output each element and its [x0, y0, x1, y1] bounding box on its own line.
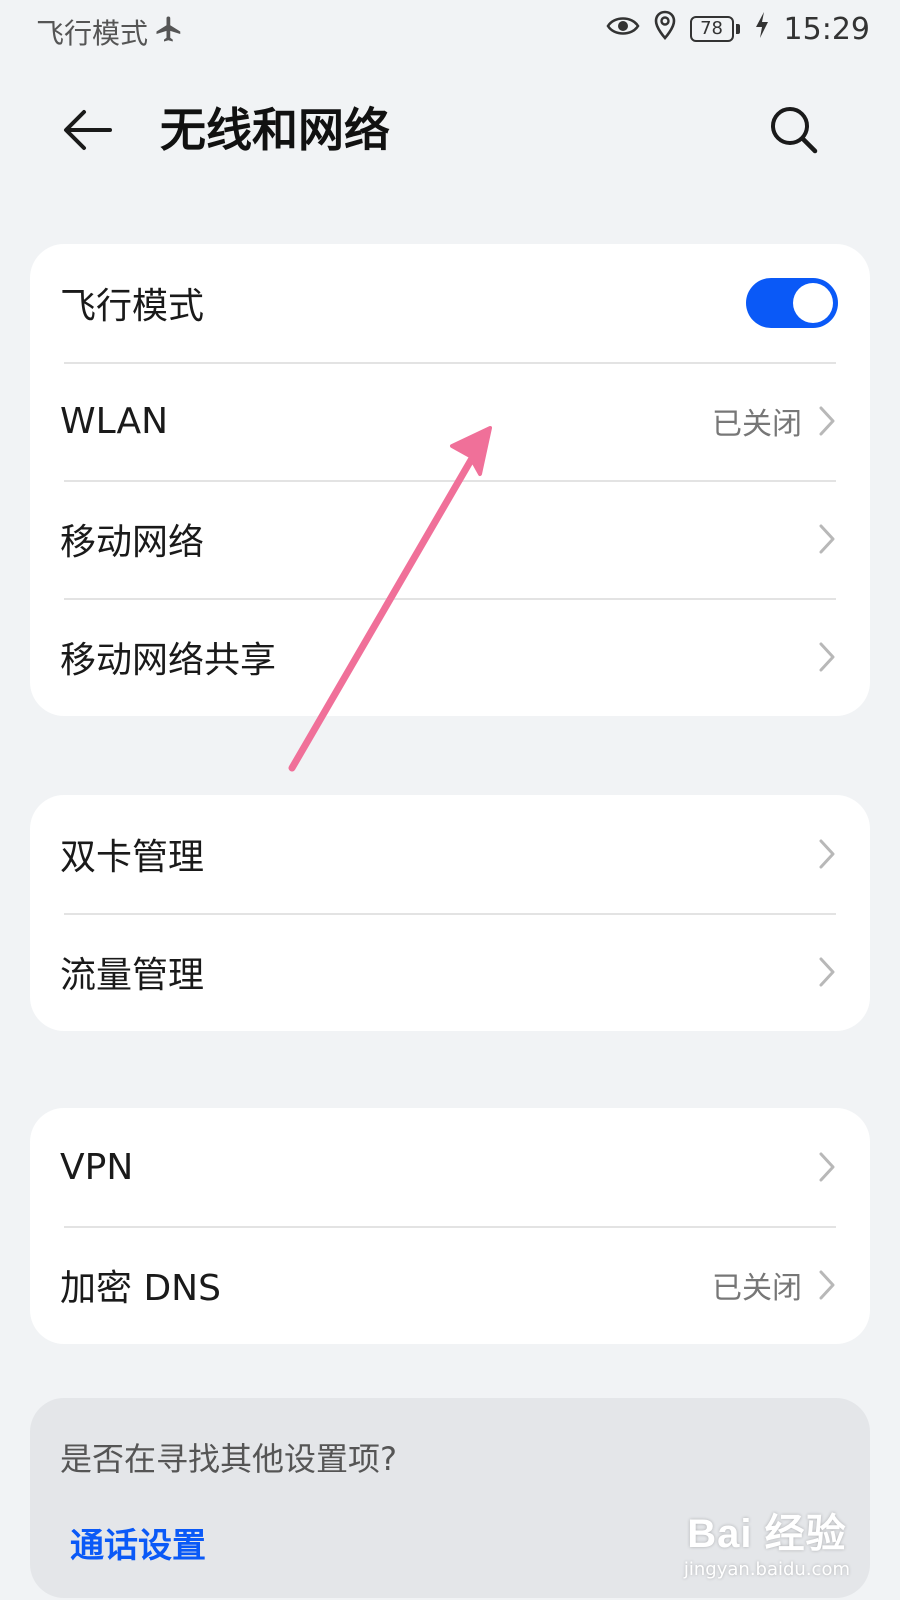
- toggle-knob: [793, 283, 833, 323]
- page-title: 无线和网络: [160, 103, 390, 157]
- search-button[interactable]: [766, 102, 822, 158]
- chevron-right-icon: [816, 836, 838, 872]
- status-bar: 飞行模式 78 15:29: [0, 0, 900, 64]
- arrow-left-icon: [64, 110, 112, 150]
- airplane-mode-toggle[interactable]: [746, 278, 838, 328]
- vpn-row[interactable]: VPN: [30, 1108, 870, 1226]
- wlan-status: 已关闭: [712, 407, 802, 442]
- page-header: 无线和网络: [0, 90, 900, 170]
- call-settings-link[interactable]: 通话设置: [70, 1518, 206, 1567]
- status-airplane-mode-label: 飞行模式: [36, 17, 149, 50]
- search-icon: [771, 107, 818, 154]
- charging-bolt-icon: [754, 11, 770, 47]
- eye-icon: [606, 12, 640, 47]
- sim-data-card: 双卡管理 流量管理: [30, 795, 870, 1031]
- private-dns-row[interactable]: 加密 DNS 已关闭: [30, 1226, 870, 1344]
- vpn-label: VPN: [60, 1146, 134, 1188]
- chevron-right-icon: [816, 1149, 838, 1185]
- vpn-dns-card: VPN 加密 DNS 已关闭: [30, 1108, 870, 1344]
- tethering-label: 移动网络共享: [60, 640, 277, 681]
- chevron-right-icon: [816, 639, 838, 675]
- data-usage-row[interactable]: 流量管理: [30, 913, 870, 1031]
- watermark-logo: Bai 经验: [687, 1512, 847, 1556]
- data-usage-label: 流量管理: [60, 955, 205, 996]
- network-settings-card: 飞行模式 WLAN 已关闭 移动网络 移动网络共享: [30, 244, 870, 716]
- tethering-row[interactable]: 移动网络共享: [30, 598, 870, 716]
- chevron-right-icon: [816, 954, 838, 990]
- battery-indicator: 78: [689, 16, 740, 42]
- airplane-icon: [154, 14, 184, 51]
- wlan-row[interactable]: WLAN 已关闭: [30, 362, 870, 480]
- airplane-mode-row[interactable]: 飞行模式: [30, 244, 870, 362]
- baidu-jingyan-watermark: Bai 经验 jingyan.baidu.com: [684, 1501, 850, 1580]
- status-time: 15:29: [783, 11, 870, 47]
- back-button[interactable]: [58, 102, 118, 158]
- chevron-right-icon: [816, 1267, 838, 1303]
- dual-sim-label: 双卡管理: [60, 837, 205, 878]
- status-left: 飞行模式: [36, 12, 184, 52]
- watermark-url: jingyan.baidu.com: [683, 1559, 850, 1580]
- suggestion-question: 是否在寻找其他设置项?: [60, 1440, 397, 1478]
- mobile-network-label: 移动网络: [60, 522, 205, 563]
- status-right: 78 15:29: [606, 10, 870, 48]
- dual-sim-row[interactable]: 双卡管理: [30, 795, 870, 913]
- chevron-right-icon: [816, 521, 838, 557]
- airplane-mode-label: 飞行模式: [60, 286, 205, 327]
- private-dns-label: 加密 DNS: [60, 1268, 221, 1309]
- battery-tip: [735, 24, 740, 34]
- mobile-network-row[interactable]: 移动网络: [30, 480, 870, 598]
- private-dns-status: 已关闭: [712, 1271, 802, 1306]
- wlan-label: WLAN: [60, 400, 169, 442]
- battery-level: 78: [689, 16, 734, 42]
- chevron-right-icon: [816, 403, 838, 439]
- location-icon: [654, 10, 676, 48]
